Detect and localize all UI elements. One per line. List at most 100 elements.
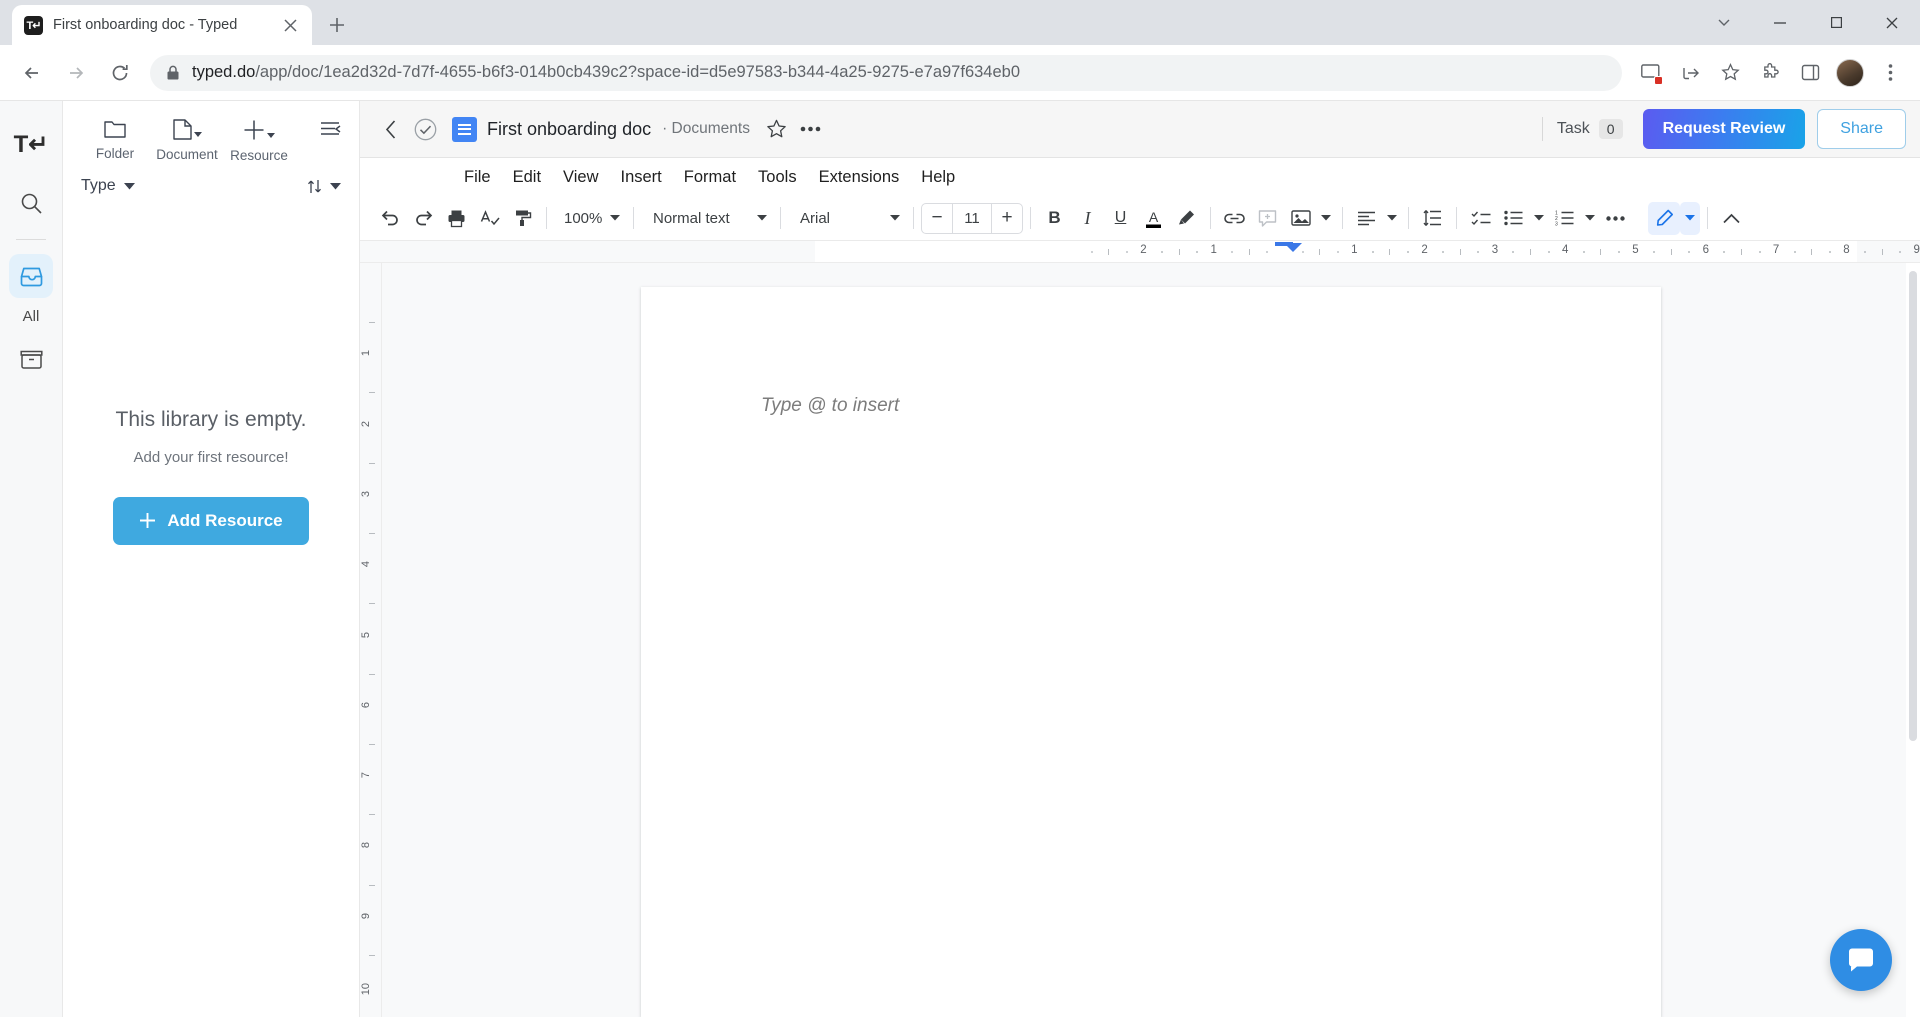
search-icon xyxy=(21,193,42,214)
chevron-down-icon[interactable] xyxy=(1317,202,1335,235)
bold-button[interactable]: B xyxy=(1038,202,1071,235)
pencil-icon xyxy=(1656,209,1673,226)
redo-icon[interactable] xyxy=(407,202,440,235)
left-indent-marker[interactable] xyxy=(1284,243,1302,252)
add-resource-button[interactable]: Add Resource xyxy=(113,496,309,545)
share-button[interactable]: Share xyxy=(1817,109,1906,149)
tab-search-icon[interactable] xyxy=(1696,0,1752,45)
bulleted-list-icon[interactable] xyxy=(1497,202,1530,235)
sidebar-item-search[interactable] xyxy=(9,181,53,225)
collapse-toolbar-icon[interactable] xyxy=(1715,202,1748,235)
canvas-scrollbar[interactable] xyxy=(1906,263,1920,1017)
toolbar-divider xyxy=(1408,207,1409,229)
menu-edit[interactable]: Edit xyxy=(502,164,552,191)
menu-extensions[interactable]: Extensions xyxy=(808,164,911,191)
underline-button[interactable]: U xyxy=(1104,202,1137,235)
align-left-icon[interactable] xyxy=(1350,202,1383,235)
numbered-list-icon[interactable]: 123 xyxy=(1548,202,1581,235)
reload-icon[interactable] xyxy=(100,53,140,93)
paint-format-icon[interactable] xyxy=(506,202,539,235)
sort-icon xyxy=(308,179,321,193)
sidebar-item-archive[interactable] xyxy=(9,337,53,381)
font-size-stepper[interactable]: − 11 + xyxy=(921,202,1023,234)
add-comment-icon[interactable] xyxy=(1251,202,1284,235)
chat-bubble-icon[interactable] xyxy=(1830,929,1892,991)
url-bar[interactable]: typed.do/app/doc/1ea2d32d-7d7f-4655-b6f3… xyxy=(150,54,1622,91)
new-tab-button[interactable] xyxy=(320,8,354,42)
menu-view[interactable]: View xyxy=(552,164,609,191)
undo-icon[interactable] xyxy=(374,202,407,235)
ruler-tick xyxy=(1090,250,1093,253)
scrollbar-thumb[interactable] xyxy=(1909,271,1917,741)
menu-format[interactable]: Format xyxy=(673,164,747,191)
side-panel-icon[interactable] xyxy=(1792,55,1828,91)
vertical-ruler[interactable]: 123456789101112 xyxy=(360,263,382,1017)
docs-formatting-toolbar: 100% Normal text Arial − 11 + B I U A 1 … xyxy=(360,196,1920,241)
spellcheck-icon[interactable] xyxy=(473,202,506,235)
document-canvas[interactable]: Type @ to insert xyxy=(382,263,1920,1017)
type-filter[interactable]: Type xyxy=(81,177,135,195)
ruler-label: 2 xyxy=(1421,243,1428,256)
share-icon[interactable] xyxy=(1672,55,1708,91)
sort-control[interactable] xyxy=(307,179,341,194)
edit-mode-chevron-icon[interactable] xyxy=(1680,201,1700,235)
line-spacing-icon[interactable] xyxy=(1416,202,1449,235)
close-window-icon[interactable] xyxy=(1864,0,1920,45)
ruler-marks: 2112345678910111213141516171819 xyxy=(360,241,1920,262)
increase-font-size-button[interactable]: + xyxy=(992,204,1022,233)
horizontal-ruler[interactable]: 2112345678910111213141516171819 xyxy=(360,241,1920,263)
back-arrow-icon[interactable] xyxy=(12,53,52,93)
back-chevron-icon[interactable] xyxy=(374,112,408,146)
chevron-down-icon[interactable] xyxy=(1530,202,1548,235)
check-circle-icon[interactable] xyxy=(408,112,442,146)
minimize-icon[interactable] xyxy=(1752,0,1808,45)
star-outline-icon[interactable] xyxy=(760,112,794,146)
request-review-button[interactable]: Request Review xyxy=(1642,109,1806,149)
more-options-icon[interactable] xyxy=(1599,202,1632,235)
zoom-control[interactable]: 100% xyxy=(554,202,626,235)
checklist-icon[interactable] xyxy=(1464,202,1497,235)
new-resource-button[interactable]: Resource xyxy=(223,115,295,163)
ruler-tick xyxy=(1740,248,1742,255)
puzzle-icon[interactable] xyxy=(1752,55,1788,91)
text-color-button[interactable]: A xyxy=(1137,202,1170,235)
link-icon[interactable] xyxy=(1218,202,1251,235)
chevron-down-icon[interactable] xyxy=(1581,202,1599,235)
highlighter-icon[interactable] xyxy=(1170,202,1203,235)
ruler-tick xyxy=(1670,248,1672,255)
print-icon[interactable] xyxy=(440,202,473,235)
kebab-menu-icon[interactable] xyxy=(1872,55,1908,91)
font-family-select[interactable]: Arial xyxy=(788,202,906,235)
paragraph-style-select[interactable]: Normal text xyxy=(641,202,773,235)
more-horizontal-icon[interactable] xyxy=(794,112,828,146)
editor-placeholder[interactable]: Type @ to insert xyxy=(761,395,1541,417)
star-icon[interactable] xyxy=(1712,55,1748,91)
new-document-button[interactable]: Document xyxy=(151,115,223,162)
ruler-tick xyxy=(1459,248,1461,255)
collapse-panel-icon[interactable] xyxy=(315,113,345,143)
browser-tabstrip: T↵ First onboarding doc - Typed xyxy=(0,0,1920,45)
avatar-icon[interactable] xyxy=(1832,55,1868,91)
ruler-tick xyxy=(369,322,375,324)
chevron-down-icon[interactable] xyxy=(1383,202,1401,235)
ruler-label: 8 xyxy=(1843,243,1850,256)
ruler-label: 6 xyxy=(1702,243,1709,256)
ruler-tick xyxy=(369,884,375,886)
insert-image-icon[interactable] xyxy=(1284,202,1317,235)
decrease-font-size-button[interactable]: − xyxy=(922,204,952,233)
document-page[interactable]: Type @ to insert xyxy=(641,287,1661,1017)
browser-tab[interactable]: T↵ First onboarding doc - Typed xyxy=(12,5,312,45)
close-icon[interactable] xyxy=(280,15,300,35)
maximize-icon[interactable] xyxy=(1808,0,1864,45)
forward-arrow-icon[interactable] xyxy=(56,53,96,93)
sidebar-item-inbox[interactable] xyxy=(9,254,53,298)
font-size-value[interactable]: 11 xyxy=(952,203,992,233)
new-folder-button[interactable]: Folder xyxy=(79,115,151,161)
edit-mode-button[interactable] xyxy=(1648,201,1680,235)
menu-file[interactable]: File xyxy=(453,164,502,191)
menu-help[interactable]: Help xyxy=(910,164,966,191)
italic-button[interactable]: I xyxy=(1071,202,1104,235)
menu-insert[interactable]: Insert xyxy=(610,164,673,191)
cast-icon[interactable] xyxy=(1632,55,1668,91)
menu-tools[interactable]: Tools xyxy=(747,164,808,191)
